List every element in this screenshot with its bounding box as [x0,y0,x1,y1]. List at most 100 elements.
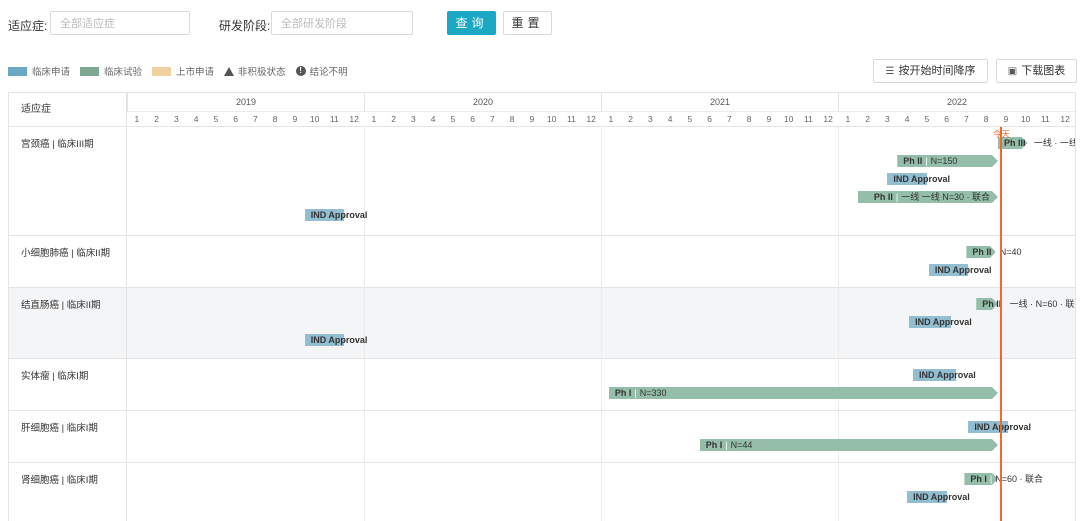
triangle-icon [224,66,235,76]
bar-label: Ph II | N=40 [972,246,1021,258]
month-label: 1 [608,114,614,124]
bar-phase: Ph II [903,156,923,166]
month-label: 1 [371,114,377,124]
legend-label: 临床申请 [32,67,71,78]
trial-phase-bar[interactable] [609,387,998,399]
stage-select[interactable]: 全部研发阶段 [271,11,413,35]
indication-filter-label: 适应症: [8,19,48,33]
bar-phase: IND Approval [934,265,992,275]
bar-phase: IND Approval [310,335,368,345]
bar-separator: | [725,440,728,450]
bar-phase: IND Approval [310,210,368,220]
legend-swatch [8,66,27,76]
today-label: 今天 [993,129,1011,139]
month-label: 4 [904,114,910,124]
indication-row: 小细胞肺癌 | 临床II期 [9,236,1075,288]
year-gridline [364,127,365,521]
bar-phase: Ph II [972,247,992,257]
bar-detail: 一线 一线 N=30 · 联合 [901,192,990,202]
bar-phase: Ph II [873,192,893,202]
bar-phase: IND Approval [919,370,976,380]
month-label: 1 [134,114,140,124]
month-label: 3 [411,114,416,124]
bar-label: Ph II | 一线 一线 N=30 · 联合 [874,191,990,203]
month-label: 5 [687,114,693,124]
legend-nda: 上市申请 [152,64,214,78]
month-label: 10 [546,114,557,124]
bar-label: IND Approval [974,421,1031,433]
indication-row-label: 结直肠癌 | 临床II期 [9,288,127,359]
month-label: 11 [566,114,576,124]
sort-button-label: 按开始时间降序 [898,65,976,77]
month-label: 9 [529,114,535,124]
month-label: 11 [1040,114,1050,124]
month-label: 10 [1020,114,1031,124]
query-button[interactable]: 查询 [447,11,496,35]
bar-phase: Ph I [705,440,723,450]
download-chart-button[interactable]: ▣ 下载图表 [996,59,1077,83]
bar-detail: N=60 · 联合 [995,474,1044,484]
bar-detail: 一线 · N=60 · 联合 [1009,299,1076,309]
month-label: 9 [292,114,298,124]
month-label: 6 [707,114,712,124]
indication-row-label: 肾细胞癌 | 临床I期 [9,463,127,521]
stage-filter-label: 研发阶段: [219,19,271,33]
bar-phase: IND Approval [913,492,970,502]
today-marker [999,127,1002,521]
bar-label: IND Approval [935,264,992,276]
month-label: 3 [648,114,653,124]
month-label: 9 [1003,114,1009,124]
indication-row: 肝细胞癌 | 临床I期 [9,411,1075,463]
month-label: 8 [746,114,752,124]
month-label: 7 [964,114,969,124]
legend-label: 临床试验 [104,67,143,78]
legend-unclear: ! 结论不明 [295,64,348,78]
bar-phase: IND Approval [893,174,951,184]
month-label: 6 [233,114,238,124]
month-label: 7 [727,114,732,124]
month-label: 6 [944,114,949,124]
month-label: 2 [391,114,396,124]
indication-column-header: 适应症 [9,93,127,126]
indication-select[interactable]: 全部适应症 [50,11,190,35]
bar-label: Ph I | N=60 · 联合 [970,473,1043,485]
bar-separator: | [989,474,993,484]
month-label: 4 [430,114,436,124]
month-label: 8 [272,114,278,124]
bar-label: IND Approval [915,316,972,328]
bar-detail: N=40 [999,247,1022,257]
month-label: 12 [823,114,833,124]
month-label: 7 [490,114,495,124]
month-label: 10 [783,114,794,124]
chart-header: 适应症 2019 1 2 3 4 5 6 7 8 9 10 11 12 2020 1 2 3 4 5 6 7 8 9 10 11… [9,93,1075,127]
legend-inactive: 非积极状态 [224,64,286,78]
exclamation-icon: ! [295,66,306,76]
bar-phase: IND Approval [915,317,972,327]
sort-button[interactable]: ☰ 按开始时间降序 [873,59,988,83]
legend-swatch [152,66,172,76]
month-label: 5 [450,114,456,124]
month-label: 4 [193,114,199,124]
legend-label: 非积极状态 [238,67,286,78]
gantt-chart: 适应症 2019 1 2 3 4 5 6 7 8 9 10 11 12 2020 1 2 3 4 5 6 7 8 9 10 11… [8,92,1076,521]
month-label: 8 [509,114,515,124]
bar-separator: | [1028,138,1031,148]
bar-phase: Ph I [614,388,632,398]
year-label: 2022 [838,93,1075,112]
download-button-label: 下载图表 [1021,65,1066,77]
month-label: 2 [628,114,633,124]
month-label: 7 [253,114,258,124]
month-label: 2 [154,114,159,124]
bar-label: Ph I | N=44 [706,439,753,451]
legend-ind: 临床申请 [8,64,70,78]
legend: 临床申请 临床试验 上市申请 非积极状态 ! 结论不明 [8,64,358,78]
bar-phase: IND Approval [974,422,1032,432]
year-gridline [601,127,602,521]
bar-separator: | [895,192,899,202]
month-label: 5 [213,114,219,124]
bar-detail: N=44 [730,440,753,450]
reset-button[interactable]: 重置 [503,11,552,35]
legend-swatch [80,66,100,76]
month-label: 12 [1060,114,1070,124]
month-label: 5 [924,114,930,124]
